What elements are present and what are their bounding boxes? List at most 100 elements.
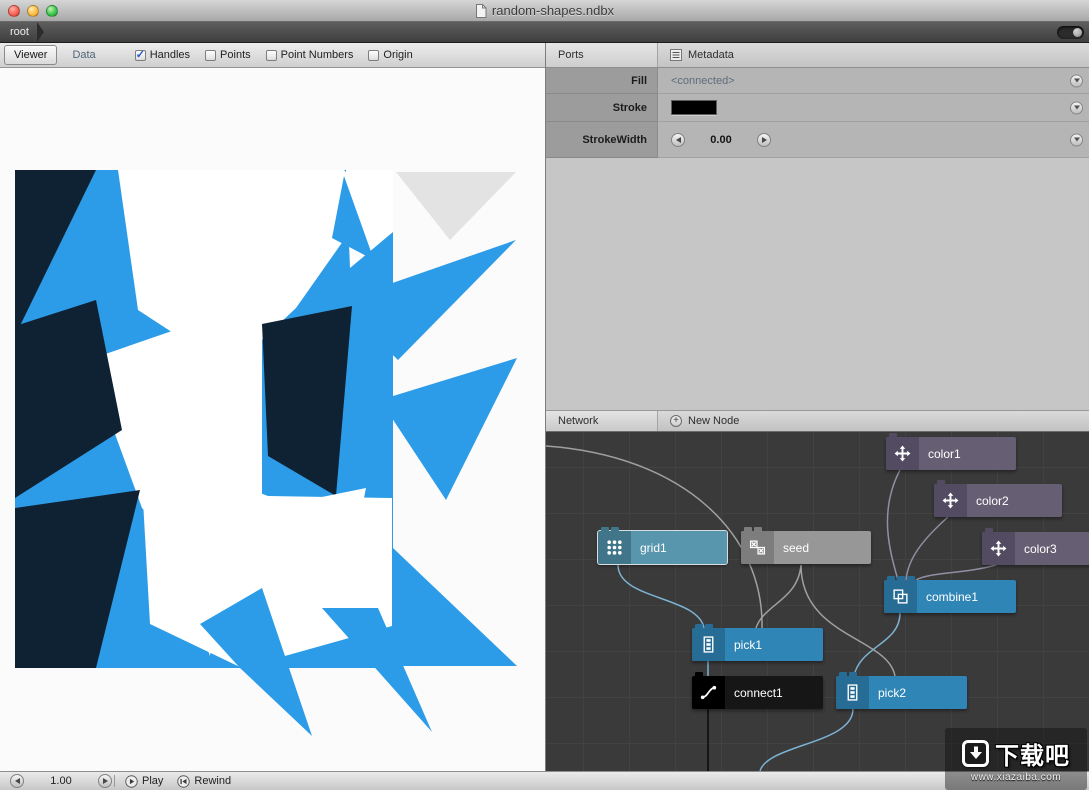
node-grid1[interactable]: grid1 — [598, 531, 727, 564]
node-port[interactable] — [849, 672, 857, 676]
node-port[interactable] — [839, 672, 847, 676]
node-port[interactable] — [887, 576, 895, 580]
document-icon — [475, 4, 487, 18]
pick-icon — [836, 676, 869, 709]
option-points[interactable]: Points — [205, 49, 251, 61]
ports-body: Fill <connected> Stroke StrokeWidth — [546, 68, 1089, 410]
ports-header-label: Ports — [558, 49, 584, 61]
watermark: 下载吧 www.xiazaiba.com — [945, 728, 1087, 790]
play-button[interactable]: Play — [125, 775, 163, 788]
frame-decrement-button[interactable] — [10, 774, 24, 788]
title-bar: random-shapes.ndbx — [0, 0, 1089, 22]
connection-wire[interactable] — [887, 470, 900, 580]
strokewidth-stepper[interactable]: 0.00 — [671, 133, 771, 147]
left-arrow-icon — [676, 137, 681, 143]
path-bar: root — [0, 22, 1089, 43]
connection-wire[interactable] — [760, 709, 853, 771]
checkbox-icon[interactable] — [135, 50, 146, 61]
network-header: Network — [546, 411, 658, 431]
node-color3[interactable]: color3 — [982, 532, 1089, 565]
port-label: StrokeWidth — [546, 122, 658, 158]
node-connect1[interactable]: connect1 — [692, 676, 823, 709]
option-label: Origin — [383, 49, 412, 61]
node-port[interactable] — [937, 480, 945, 484]
stroke-port-value — [658, 94, 1089, 122]
artwork-shape-lightgray — [396, 172, 516, 240]
node-port[interactable] — [705, 624, 713, 628]
network-header-label: Network — [558, 415, 598, 427]
divider — [114, 775, 115, 787]
strokewidth-value[interactable]: 0.00 — [685, 134, 757, 146]
node-port[interactable] — [889, 433, 897, 437]
network-canvas[interactable]: color1 color2 color3 grid1 seed combine1 pick1… — [546, 432, 1089, 771]
node-port[interactable] — [695, 624, 703, 628]
node-port[interactable] — [611, 527, 619, 531]
rewind-button[interactable]: Rewind — [177, 775, 231, 788]
port-expander-button[interactable] — [1070, 133, 1083, 146]
play-label: Play — [142, 775, 163, 787]
option-handles[interactable]: Handles — [135, 49, 190, 61]
download-arrow-icon — [962, 740, 989, 767]
move-icon — [886, 437, 919, 470]
frame-value[interactable]: 1.00 — [28, 775, 94, 787]
artwork-layer — [0, 68, 545, 771]
node-port[interactable] — [744, 527, 752, 531]
node-port[interactable] — [985, 528, 993, 532]
port-row-strokewidth: StrokeWidth 0.00 — [546, 122, 1089, 158]
tab-data[interactable]: Data — [63, 46, 104, 64]
viewer-pane: Viewer Data Handles Points Point Numbers Ori… — [0, 43, 545, 771]
connection-wire[interactable] — [916, 565, 996, 580]
path-bar-button[interactable] — [1057, 26, 1084, 39]
node-port[interactable] — [907, 576, 915, 580]
node-input-ports — [601, 527, 619, 531]
checkbox-icon[interactable] — [368, 50, 379, 61]
connection-wire[interactable] — [906, 517, 948, 580]
right-arrow-icon — [103, 778, 108, 784]
port-expander-button[interactable] — [1070, 101, 1083, 114]
node-label: color3 — [1015, 532, 1066, 565]
connection-wire[interactable] — [618, 565, 704, 628]
node-color1[interactable]: color1 — [886, 437, 1016, 470]
viewer-tabs: Viewer Data — [4, 45, 105, 65]
increment-button[interactable] — [757, 133, 771, 147]
node-combine1[interactable]: combine1 — [884, 580, 1016, 613]
fill-port-value[interactable]: <connected> — [658, 68, 1089, 94]
checkbox-icon[interactable] — [205, 50, 216, 61]
decrement-button[interactable] — [671, 133, 685, 147]
watermark-title: 下载吧 — [995, 736, 1070, 771]
node-port[interactable] — [695, 672, 703, 676]
option-label: Point Numbers — [281, 49, 354, 61]
new-node-button[interactable]: + New Node — [658, 411, 1089, 431]
connection-wire[interactable] — [756, 565, 801, 628]
option-point-numbers[interactable]: Point Numbers — [266, 49, 354, 61]
node-seed[interactable]: seed — [741, 531, 871, 564]
node-input-ports — [744, 527, 762, 531]
right-arrow-icon — [762, 137, 767, 143]
node-port[interactable] — [897, 576, 905, 580]
stroke-color-swatch[interactable] — [671, 100, 717, 115]
artwork-shape-blue — [393, 548, 517, 666]
port-row-fill: Fill <connected> — [546, 68, 1089, 94]
rewind-label: Rewind — [194, 775, 231, 787]
node-port[interactable] — [601, 527, 609, 531]
pane-splitter[interactable] — [545, 43, 546, 771]
option-origin[interactable]: Origin — [368, 49, 412, 61]
tab-viewer[interactable]: Viewer — [4, 45, 57, 65]
watermark-url: www.xiazaiba.com — [971, 772, 1061, 783]
checkbox-icon[interactable] — [266, 50, 277, 61]
node-color2[interactable]: color2 — [934, 484, 1062, 517]
connection-wire[interactable] — [854, 613, 900, 676]
frame-stepper: 1.00 — [10, 774, 112, 788]
node-pick2[interactable]: pick2 — [836, 676, 967, 709]
viewer-canvas[interactable] — [0, 68, 545, 771]
breadcrumb-root[interactable]: root — [0, 22, 37, 42]
port-expander-button[interactable] — [1070, 74, 1083, 87]
node-port[interactable] — [754, 527, 762, 531]
metadata-header[interactable]: Metadata — [658, 43, 1089, 67]
node-input-ports — [695, 624, 713, 628]
node-input-ports — [889, 433, 897, 437]
move-icon — [934, 484, 967, 517]
frame-increment-button[interactable] — [98, 774, 112, 788]
node-pick1[interactable]: pick1 — [692, 628, 823, 661]
play-icon — [125, 775, 138, 788]
